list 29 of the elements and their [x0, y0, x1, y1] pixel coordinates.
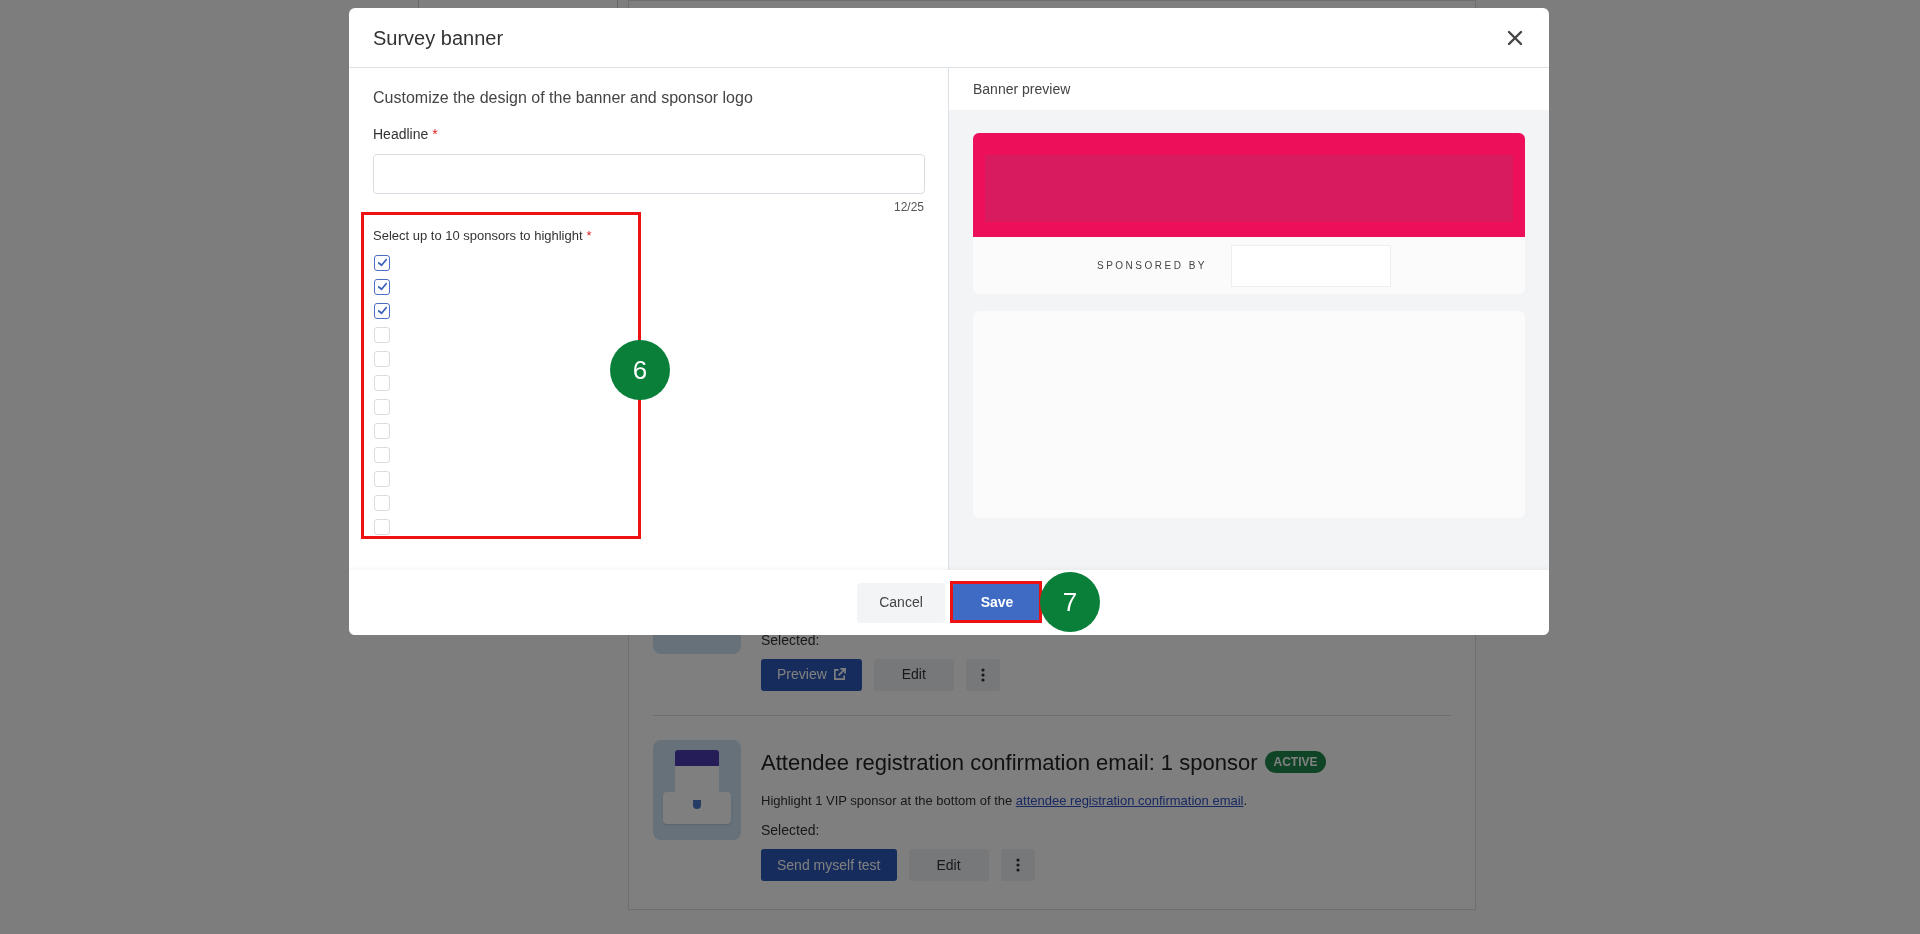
- edit-button[interactable]: Edit: [908, 849, 989, 881]
- action-button[interactable]: Send myself test: [761, 849, 897, 881]
- checkbox[interactable]: [374, 278, 390, 295]
- character-counter: 12/25: [893, 199, 924, 216]
- item-title: Attendee registration confirmation email: 1 sponsor: [761, 748, 1258, 777]
- preview-title: Banner preview: [973, 79, 1071, 99]
- modal-subtitle: Customize the design of the banner and sponsor logo: [373, 88, 754, 108]
- checkmark-icon: [376, 281, 388, 292]
- kebab-icon: [980, 667, 985, 682]
- more-button[interactable]: [965, 658, 1000, 691]
- selected-label: Selected:: [761, 821, 821, 840]
- sponsored-by-label: SPONSORED BY: [1097, 259, 1207, 273]
- close-icon: [1507, 29, 1523, 46]
- checkbox[interactable]: [374, 254, 390, 271]
- selected-label: Selected:: [761, 630, 821, 650]
- checkmark-icon: [376, 305, 388, 316]
- action-button[interactable]: Preview: [761, 658, 862, 691]
- field-label: Select up to 10 sponsors to highlight *: [373, 227, 593, 245]
- checkbox[interactable]: [374, 302, 390, 319]
- edit-button[interactable]: Edit: [873, 658, 954, 691]
- more-button[interactable]: [1000, 849, 1035, 881]
- kebab-icon: [1015, 858, 1020, 872]
- status-badge: ACTIVE: [1265, 751, 1326, 773]
- headline-field[interactable]: [373, 154, 925, 194]
- modal-title: Survey banner: [373, 25, 504, 51]
- checkmark-icon: [376, 257, 388, 268]
- cancel-button[interactable]: Cancel: [857, 582, 945, 623]
- item-description: Highlight 1 VIP sponsor at the bottom of the attendee registration confirmation email.: [761, 791, 1249, 810]
- field-label: Headline *: [373, 125, 439, 144]
